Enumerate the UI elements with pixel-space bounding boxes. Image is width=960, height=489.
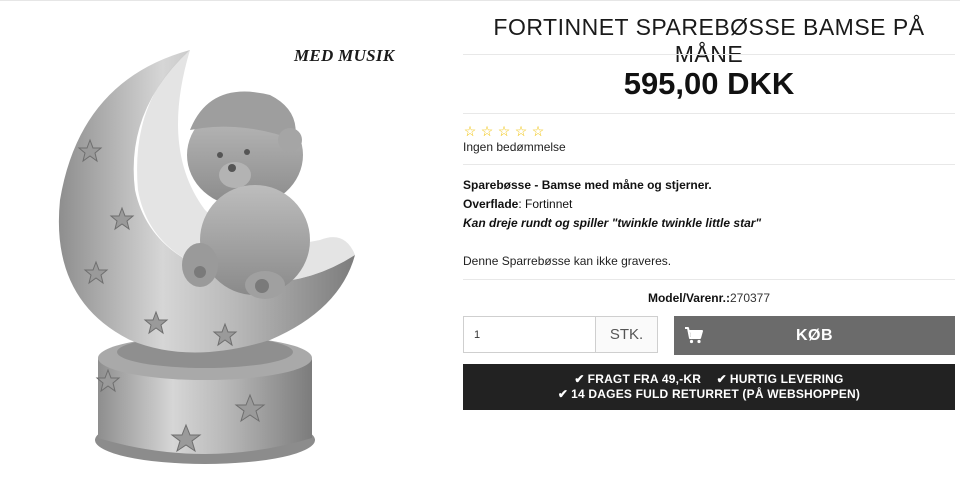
star-icon[interactable]: ☆ [480,124,494,138]
music-description: Kan dreje rundt og spiller "twinkle twin… [463,216,762,230]
check-icon: ✔ [557,387,569,401]
check-icon: ✔ [716,372,727,386]
usp-text: FRAGT FRA 49,-KR [587,372,702,386]
usp-item: ✔ HURTIG LEVERING [717,372,844,387]
product-price: 595,00 DKK [623,66,795,101]
divider [463,279,955,280]
divider [463,54,955,55]
star-icon[interactable]: ☆ [497,124,511,138]
divider [463,164,955,165]
engraving-note: Denne Sparrebøsse kan ikke graveres. [463,254,672,268]
product-image: MED MUSIK [0,0,450,489]
description-line: Sparebøsse - Bamse med måne og stjerner. [463,178,712,192]
star-icon[interactable]: ☆ [531,124,545,138]
model-value: 270377 [729,291,771,305]
buy-button[interactable]: KØB [674,316,955,355]
surface-value: : Fortinnet [518,197,573,211]
model-number: Model/Varenr.:270377 [463,291,955,305]
divider [463,113,955,114]
quantity-unit: STK. [596,316,658,353]
surface-label: Overflade [463,197,519,211]
product-title: FORTINNET SPAREBØSSE BAMSE PÅ MÅNE [493,14,925,67]
rating-text: Ingen bedømmelse [463,140,566,154]
star-icon[interactable]: ☆ [463,124,477,138]
model-label: Model/Varenr.: [647,291,730,305]
quantity-input[interactable] [463,316,596,353]
surface-line: Overflade: Fortinnet [463,197,572,211]
check-icon: ✔ [574,372,585,386]
usp-item: ✔ 14 DAGES FULD RETURRET (PÅ WEBSHOPPEN) [558,387,860,402]
music-label: MED MUSIK [294,46,395,65]
usp-text: 14 DAGES FULD RETURRET (PÅ WEBSHOPPEN) [571,387,861,401]
usp-item: ✔ FRAGT FRA 49,-KR [574,372,701,387]
usp-text: HURTIG LEVERING [729,372,844,386]
buy-label: KØB [795,327,834,344]
usp-bar: ✔ FRAGT FRA 49,-KR ✔ HURTIG LEVERING ✔ 14 D… [463,364,955,410]
star-icon[interactable]: ☆ [514,124,528,138]
rating-stars[interactable]: ☆ ☆ ☆ ☆ ☆ [463,124,545,138]
product-photo [58,50,356,464]
